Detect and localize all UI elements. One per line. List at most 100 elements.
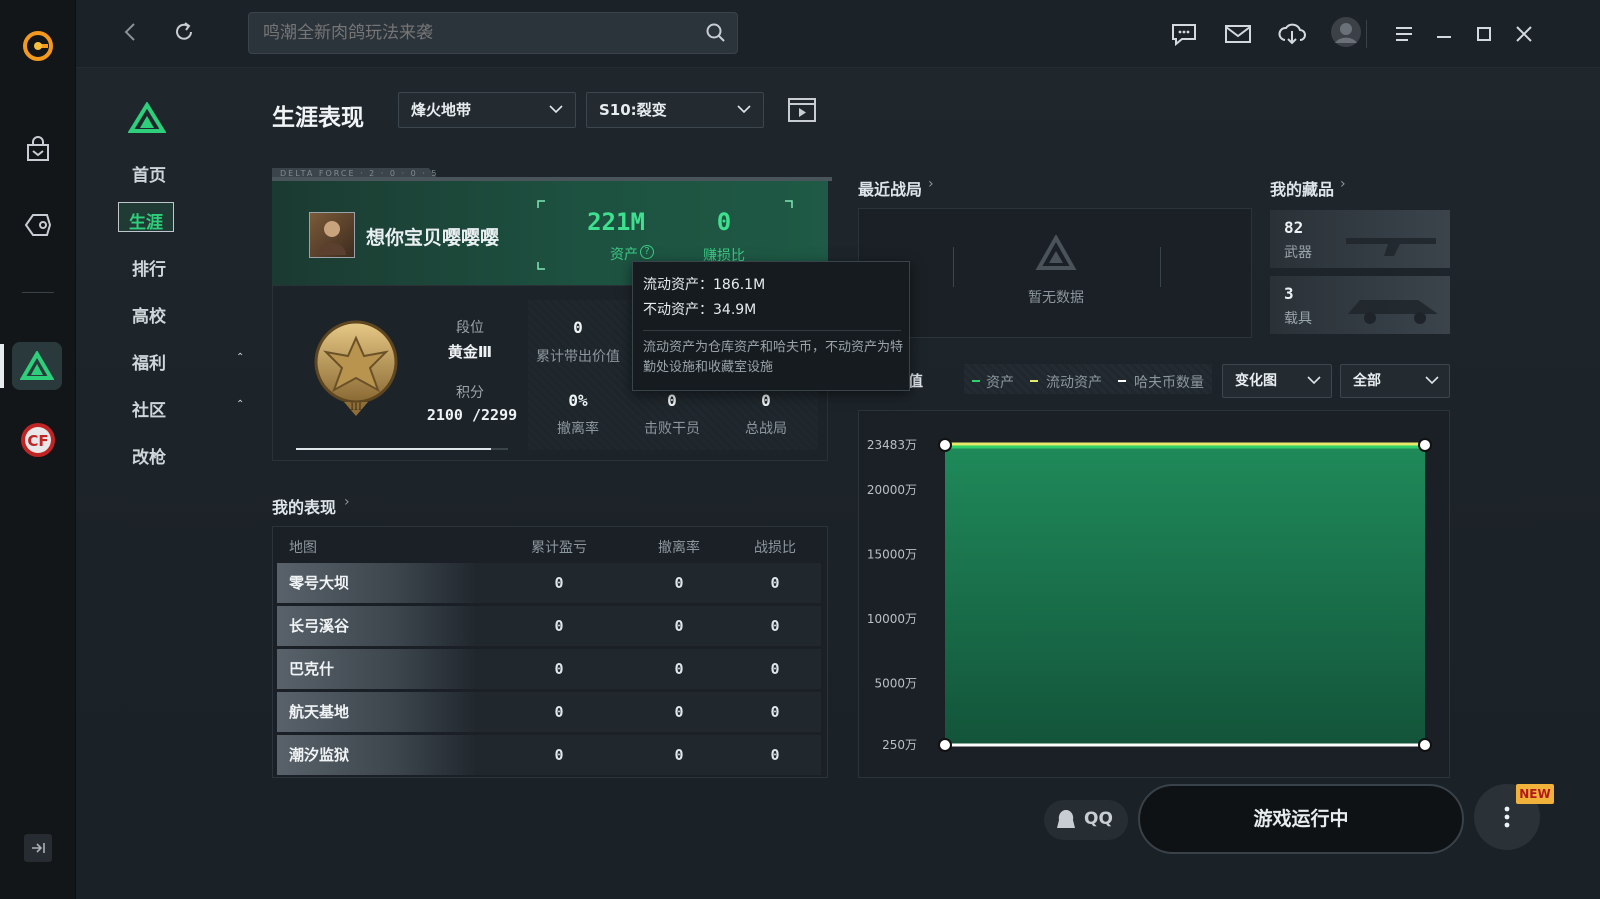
point-asset[interactable] — [938, 438, 952, 452]
map-profit: 0 — [554, 574, 564, 592]
map-kd: 0 — [770, 574, 780, 592]
point-coin[interactable] — [938, 738, 952, 752]
topbar-divider — [1366, 20, 1367, 48]
map-extract-rate: 0 — [674, 746, 684, 764]
player-name: 想你宝贝嘤嘤嘤 — [366, 227, 500, 249]
recent-chevron-right-icon[interactable]: › — [928, 176, 934, 192]
community-chevron-up-icon[interactable]: ⌃ — [236, 399, 244, 410]
nav-item-home[interactable]: 首页 — [124, 161, 174, 186]
menu-icon[interactable] — [1388, 18, 1420, 50]
table-row-valley[interactable]: 长弓溪谷 0 0 0 — [277, 606, 821, 646]
collection-weapons-card[interactable]: 82 武器 — [1270, 210, 1450, 268]
search-input[interactable] — [263, 13, 693, 53]
point-asset[interactable] — [1418, 438, 1432, 452]
search-icon[interactable] — [705, 22, 727, 48]
collection-vehicles-card[interactable]: 3 载具 — [1270, 276, 1450, 334]
y-tick-label: 23483万 — [867, 438, 917, 452]
rail-divider — [22, 292, 54, 293]
user-avatar[interactable] — [1330, 16, 1362, 48]
nav-item-gunsmith[interactable]: 改枪 — [124, 443, 174, 468]
view-chevron-down-icon — [1307, 365, 1321, 409]
close-icon[interactable] — [1508, 18, 1540, 50]
asset-chart-panel: 23483万 20000万 15000万 10000万 5000万 250万 — [858, 410, 1450, 778]
performance-title[interactable]: 我的表现 — [272, 494, 336, 518]
maximize-icon[interactable] — [1468, 18, 1500, 50]
collection-title[interactable]: 我的藏品 — [1270, 176, 1334, 200]
legend-coin-label: 哈夫币数量 — [1134, 375, 1204, 391]
tooltip-liquid-line: 流动资产：186.1M — [643, 277, 766, 293]
collapse-sidebar-icon[interactable] — [24, 834, 52, 862]
performance-chevron-right-icon[interactable]: › — [344, 494, 350, 510]
game-tag-icon[interactable] — [18, 205, 58, 245]
asset-chart: 23483万 20000万 15000万 10000万 5000万 250万 — [867, 438, 1432, 752]
mode-select[interactable]: 烽火地带 — [398, 92, 576, 128]
store-bag-icon[interactable] — [18, 130, 58, 170]
assets-help-icon[interactable]: ? — [640, 245, 654, 259]
new-badge: NEW — [1516, 784, 1554, 804]
map-name: 巴克什 — [289, 660, 335, 678]
map-profit: 0 — [554, 703, 564, 721]
assets-tooltip: 流动资产：186.1M 不动资产：34.9M 流动资产为仓库资产和哈夫币，不动资… — [632, 261, 910, 391]
season-chevron-down-icon — [737, 93, 751, 139]
recent-left-bracket — [953, 247, 961, 287]
chart-view-select[interactable]: 变化图 — [1222, 364, 1332, 398]
y-tick-label: 15000万 — [867, 548, 917, 562]
rank-value: 黄金Ⅲ — [447, 343, 493, 361]
season-select[interactable]: S10:裂变 — [586, 92, 764, 128]
nav-item-career[interactable]: 生涯 — [124, 208, 168, 233]
stat-total-matches-label: 总战局 — [745, 421, 787, 437]
legend-liquid-label: 流动资产 — [1046, 375, 1102, 391]
assets-label: 资产 — [610, 247, 638, 263]
map-extract-rate: 0 — [674, 660, 684, 678]
mail-icon[interactable] — [1222, 18, 1254, 50]
player-avatar[interactable] — [309, 212, 355, 258]
refresh-icon[interactable] — [168, 16, 200, 48]
chat-icon[interactable] — [1168, 18, 1200, 50]
search-box[interactable] — [248, 12, 738, 54]
map-extract-rate: 0 — [674, 703, 684, 721]
back-arrow-icon[interactable] — [114, 16, 146, 48]
y-tick-label: 20000万 — [867, 483, 917, 497]
svg-text:CF: CF — [27, 432, 48, 450]
legend-liquid-swatch — [1030, 380, 1038, 382]
nav-item-ranking[interactable]: 排行 — [124, 255, 174, 280]
legend-asset-label: 资产 — [986, 375, 1014, 391]
weapons-label: 武器 — [1284, 245, 1312, 261]
point-coin[interactable] — [1418, 738, 1432, 752]
table-row-dam[interactable]: 零号大坝 0 0 0 — [277, 563, 821, 603]
page-title: 生涯表现 — [272, 105, 364, 131]
map-kd: 0 — [770, 703, 780, 721]
main-content: 首页 生涯 排行 高校 福利 ⌃ 社区 ⌃ 改枪 生涯表现 烽火地带 S10:裂… — [76, 68, 1600, 899]
nav-item-community[interactable]: 社区 — [126, 396, 172, 421]
nav-item-colleges[interactable]: 高校 — [124, 302, 174, 327]
score-progress-fill — [296, 448, 491, 450]
recent-matches-title[interactable]: 最近战局 — [858, 176, 922, 200]
empty-logo-icon — [1035, 233, 1077, 275]
table-row-spaceport[interactable]: 航天基地 0 0 0 — [277, 692, 821, 732]
recent-matches-panel: 暂无数据 — [858, 208, 1252, 338]
delta-force-logo-icon — [127, 101, 167, 138]
replay-video-icon[interactable] — [788, 98, 816, 126]
recent-right-bracket — [1153, 247, 1161, 287]
table-row-bakhsh[interactable]: 巴克什 0 0 0 — [277, 649, 821, 689]
download-icon[interactable] — [1276, 18, 1308, 50]
welfare-chevron-up-icon[interactable]: ⌃ — [236, 352, 244, 363]
collection-chevron-right-icon[interactable]: › — [1340, 176, 1346, 192]
left-rail: CF — [0, 0, 76, 899]
recent-empty-text: 暂无数据 — [1028, 290, 1084, 306]
map-profit: 0 — [554, 660, 564, 678]
minimize-icon[interactable] — [1428, 18, 1460, 50]
crossfire-game-icon[interactable]: CF — [18, 420, 58, 460]
y-tick-label: 250万 — [882, 738, 917, 752]
chart-range-select[interactable]: 全部 — [1340, 364, 1450, 398]
qq-button[interactable]: QQ — [1044, 800, 1128, 840]
table-row-prison[interactable]: 潮汐监狱 0 0 0 — [277, 735, 821, 775]
map-name: 长弓溪谷 — [289, 617, 350, 635]
chart-view-value: 变化图 — [1235, 373, 1277, 389]
launch-game-button[interactable]: 游戏运行中 — [1138, 784, 1464, 854]
delta-force-game-icon[interactable] — [12, 342, 62, 390]
app-logo-icon[interactable] — [18, 26, 58, 66]
map-kd: 0 — [770, 617, 780, 635]
legend-asset-swatch — [972, 380, 980, 382]
nav-item-welfare[interactable]: 福利 — [126, 349, 172, 374]
